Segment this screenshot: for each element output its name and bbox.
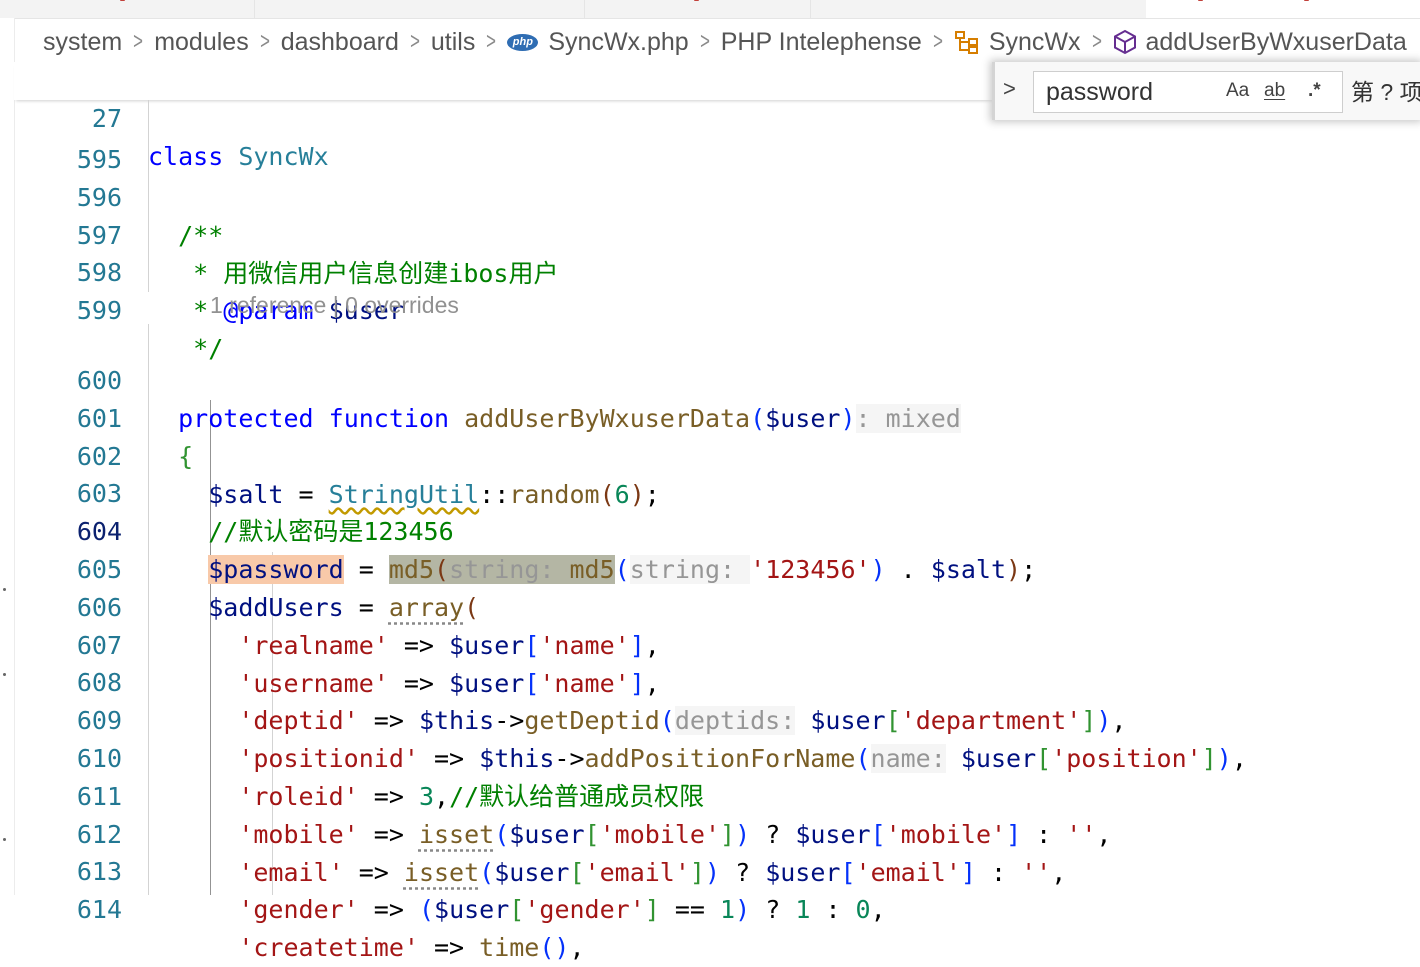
code-line[interactable]: 605 $addUsers = array( xyxy=(14,513,1420,622)
chevron-right-icon: > xyxy=(1091,28,1102,55)
breadcrumb: system > modules > dashboard > utils > php S… xyxy=(43,22,1407,62)
breadcrumb-item[interactable]: dashboard xyxy=(281,28,399,57)
editor-tab-active[interactable] xyxy=(1146,0,1420,18)
editor-tab[interactable] xyxy=(0,0,255,18)
chevron-right-icon: > xyxy=(486,28,497,55)
editor-tab[interactable] xyxy=(254,0,585,18)
code-line[interactable]: 597 * 用微信用户信息创建ibos用户 xyxy=(14,179,1420,288)
code-line[interactable]: 601 { xyxy=(14,362,1420,471)
toggle-replace-chevron-icon[interactable]: > xyxy=(1003,76,1016,102)
string: 'gender' xyxy=(524,895,645,924)
breadcrumb-item[interactable]: utils xyxy=(431,28,475,57)
code-line[interactable]: 602 $salt = StringUtil::random(6); xyxy=(14,400,1420,509)
breadcrumb-item[interactable]: PHP Intelephense xyxy=(721,28,922,57)
chevron-right-icon: > xyxy=(932,28,943,55)
code-line[interactable]: 607 'username' => $user['name'], xyxy=(14,589,1420,698)
class-symbol-icon xyxy=(954,31,978,54)
chevron-right-icon: > xyxy=(133,28,144,55)
code-line[interactable]: 600 protected function addUserByWxuserDa… xyxy=(14,324,1420,433)
string: 'createtime' xyxy=(238,933,419,962)
code-line[interactable]: 596 /** xyxy=(14,141,1420,250)
code-line[interactable]: 610 'roleid' => 3,//默认给普通成员权限 xyxy=(14,702,1420,811)
breadcrumb-item[interactable]: modules xyxy=(154,28,249,57)
codelens-references[interactable]: 1 reference | 0 overrides xyxy=(210,292,459,319)
line-number: 614 xyxy=(76,895,122,924)
editor-tab[interactable] xyxy=(810,0,1147,18)
breadcrumb-item[interactable]: SyncWx.php xyxy=(548,28,688,57)
breadcrumb-item[interactable]: system xyxy=(43,28,122,57)
string: 'gender' xyxy=(238,895,359,924)
chevron-right-icon: > xyxy=(409,28,420,55)
find-input-value[interactable]: password xyxy=(1046,78,1153,107)
variable: $user xyxy=(434,895,510,924)
editor-tab[interactable] xyxy=(584,0,811,18)
number: 0 xyxy=(855,895,871,924)
php-file-icon: php xyxy=(507,33,539,51)
activity-gutter xyxy=(0,18,15,895)
code-line[interactable]: 612 'email' => isset($user['email']) ? $… xyxy=(14,778,1420,887)
code-line[interactable]: 598 * @param $user xyxy=(14,216,1420,325)
chevron-right-icon: > xyxy=(259,28,270,55)
breadcrumb-item[interactable]: SyncWx xyxy=(989,28,1081,57)
find-widget: > password Aa ab .* 第 ? 项 xyxy=(992,62,1420,120)
number: 1 xyxy=(795,895,811,924)
code-line[interactable]: 603 //默认密码是123456 xyxy=(14,437,1420,546)
code-line[interactable]: 608 'deptid' => $this->getDeptid(deptids… xyxy=(14,626,1420,735)
code-line[interactable]: 609 'positionid' => $this->addPositionFo… xyxy=(14,664,1420,773)
number: 1 xyxy=(720,895,736,924)
code-line[interactable]: 614 'createtime' => time(), xyxy=(14,853,1420,962)
chevron-right-icon: > xyxy=(699,28,710,55)
code-line-current[interactable]: 604 $password = md5(string: md5(string: … xyxy=(14,475,1420,584)
code-line[interactable]: 611 'mobile' => isset($user['mobile']) ?… xyxy=(14,740,1420,849)
find-input[interactable]: password Aa ab .* xyxy=(1033,71,1343,113)
use-regex-icon[interactable]: .* xyxy=(1308,80,1321,102)
code-line[interactable]: 613 'gender' => ($user['gender'] == 1) ?… xyxy=(14,815,1420,924)
breadcrumb-item[interactable]: addUserByWxuserData xyxy=(1146,28,1407,57)
find-result-count: 第 ? 项 xyxy=(1351,79,1420,105)
function-call: time xyxy=(479,933,540,962)
match-whole-word-icon[interactable]: ab xyxy=(1264,80,1285,102)
code-line[interactable]: 606 'realname' => $user['name'], xyxy=(14,551,1420,660)
code-line[interactable]: 599 */ xyxy=(14,254,1420,363)
method-symbol-icon xyxy=(1113,29,1136,55)
match-case-icon[interactable]: Aa xyxy=(1226,80,1249,102)
editor-tab-strip xyxy=(0,0,1420,19)
